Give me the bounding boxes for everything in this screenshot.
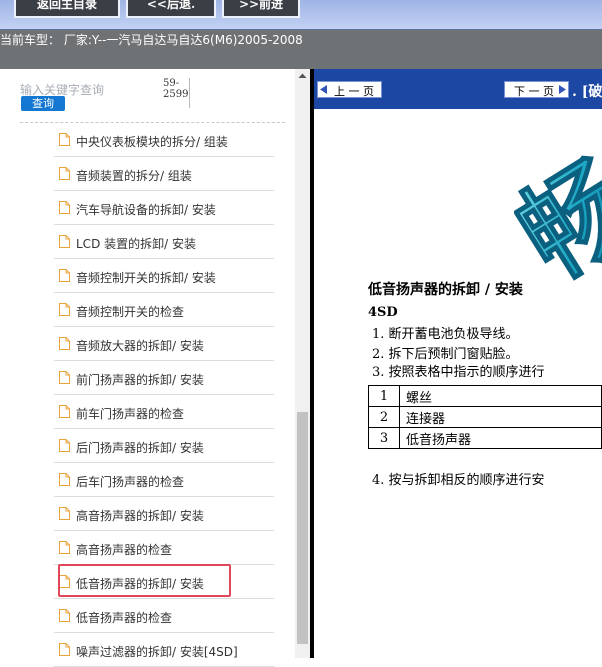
- forward-button[interactable]: >>前进: [222, 0, 300, 18]
- vehicle-info-bar: 当前车型： 厂家:Y--一汽马自达马自达6(M6)2005-2008: [0, 30, 602, 69]
- list-item-label: 高音扬声器的拆卸/ 安装: [76, 509, 204, 523]
- document-icon: [59, 371, 70, 384]
- list-item[interactable]: 音频放大器的拆卸/ 安装: [54, 327, 274, 361]
- brand-logo-icon: 畅: [514, 145, 602, 285]
- list-item-label: 中央仪表板模块的拆分/ 组装: [76, 135, 228, 149]
- document-icon: [59, 643, 70, 656]
- step-4: 4. 按与拆卸相反的顺序进行安: [372, 473, 545, 488]
- next-page-button[interactable]: 下 一 页: [504, 81, 569, 98]
- list-item[interactable]: LCD 装置的拆卸/ 安装: [54, 225, 274, 259]
- document-icon: [59, 473, 70, 486]
- next-page-label: 下 一 页: [514, 85, 554, 98]
- code-label: 59-2599: [163, 78, 190, 108]
- brand-logo-glyph: 畅: [514, 145, 602, 285]
- document-icon: [59, 235, 70, 248]
- list-item-label: 前车门扬声器的检查: [76, 407, 185, 421]
- list-item-label: 高音扬声器的检查: [76, 543, 173, 557]
- document-icon: [59, 133, 70, 146]
- document-icon: [59, 269, 70, 282]
- document-panel: 上 一 页 下 一 页 . [破 畅 低音扬声器的拆卸 / 安装 4SD 1. …: [314, 69, 602, 658]
- list-item-label: 音频放大器的拆卸/ 安装: [76, 339, 204, 353]
- list-item[interactable]: 高音扬声器的检查: [54, 531, 274, 565]
- document-icon: [59, 609, 70, 622]
- document-subtitle: 4SD: [368, 305, 398, 320]
- home-button[interactable]: 返回主目录: [14, 0, 120, 18]
- search-button[interactable]: 查询: [21, 96, 65, 111]
- table-row: 3 低音扬声器: [368, 427, 602, 449]
- list-item-label: 低音扬声器的检查: [76, 611, 173, 625]
- scrollbar-thumb[interactable]: [297, 412, 308, 644]
- scroll-up-icon[interactable]: [295, 69, 310, 83]
- table-row: 1 螺丝: [368, 385, 602, 407]
- list-item[interactable]: 音频控制开关的拆卸/ 安装: [54, 259, 274, 293]
- arrow-left-icon: [320, 85, 327, 94]
- list-item[interactable]: 高音扬声器的拆卸/ 安装: [54, 497, 274, 531]
- selection-highlight: [58, 564, 231, 597]
- list-item-label: 音频控制开关的拆卸/ 安装: [76, 271, 216, 285]
- left-panel: 输入关键字查询 查询 59-2599 中央仪表板模块的拆分/ 组装 音频装置的拆分…: [0, 69, 312, 667]
- document-navbar: 上 一 页 下 一 页 . [破: [314, 69, 602, 109]
- table-cell-number: 2: [368, 406, 400, 428]
- navbar-link-text[interactable]: . [破: [572, 81, 602, 101]
- table-cell-part: 螺丝: [398, 385, 602, 407]
- list-item-label: 后车门扬声器的检查: [76, 475, 185, 489]
- step-3: 3. 按照表格中指示的顺序进行: [372, 365, 545, 380]
- arrow-right-icon: [559, 85, 566, 94]
- list-item[interactable]: 低音扬声器的检查: [54, 599, 274, 633]
- table-cell-part: 低音扬声器: [398, 427, 602, 449]
- list-item-label: 音频控制开关的检查: [76, 305, 185, 319]
- list-item[interactable]: 后车门扬声器的检查: [54, 463, 274, 497]
- list-item[interactable]: 低音扬声器的拆卸/ 安装: [54, 564, 274, 599]
- document-icon: [59, 201, 70, 214]
- step-2: 2. 拆下后预制门窗贴脸。: [372, 347, 519, 362]
- list-item-label: 前门扬声器的拆卸/ 安装: [76, 373, 204, 387]
- table-cell-number: 1: [368, 385, 400, 407]
- prev-page-button[interactable]: 上 一 页: [317, 81, 382, 98]
- parts-table: 1 螺丝 2 连接器 3 低音扬声器: [368, 385, 602, 449]
- document-icon: [59, 167, 70, 180]
- document-icon: [59, 337, 70, 350]
- list-item[interactable]: 音频装置的拆分/ 组装: [54, 157, 274, 191]
- list-item-label: 音频装置的拆分/ 组装: [76, 169, 192, 183]
- list-item-label: 噪声过滤器的拆卸/ 安装[4SD]: [76, 645, 238, 659]
- document-icon: [59, 507, 70, 520]
- document-icon: [59, 439, 70, 452]
- table-cell-number: 3: [368, 427, 400, 449]
- list-item[interactable]: 前门扬声器的拆卸/ 安装: [54, 361, 274, 395]
- prev-page-label: 上 一 页: [334, 85, 374, 98]
- document-title: 低音扬声器的拆卸 / 安装: [368, 282, 523, 298]
- document-icon: [59, 405, 70, 418]
- list-item-label: 后门扬声器的拆卸/ 安装: [76, 441, 204, 455]
- top-toolbar: 返回主目录 <<后退. >>前进: [0, 0, 602, 30]
- list-item[interactable]: 中央仪表板模块的拆分/ 组装: [54, 123, 274, 157]
- back-button[interactable]: <<后退.: [126, 0, 216, 18]
- table-row: 2 连接器: [368, 406, 602, 428]
- list-item[interactable]: 汽车导航设备的拆卸/ 安装: [54, 191, 274, 225]
- list-item[interactable]: 音频控制开关的检查: [54, 293, 274, 327]
- table-cell-part: 连接器: [398, 406, 602, 428]
- document-icon: [59, 303, 70, 316]
- list-item-label: LCD 装置的拆卸/ 安装: [76, 237, 196, 251]
- left-scrollbar[interactable]: [295, 69, 310, 658]
- list-item[interactable]: 后门扬声器的拆卸/ 安装: [54, 429, 274, 463]
- list-item[interactable]: 噪声过滤器的拆卸/ 安装[4SD]: [54, 633, 274, 667]
- document-icon: [59, 541, 70, 554]
- list-item-label: 汽车导航设备的拆卸/ 安装: [76, 203, 216, 217]
- step-1: 1. 断开蓄电池负极导线。: [372, 327, 519, 342]
- vehicle-info-text: 当前车型： 厂家:Y--一汽马自达马自达6(M6)2005-2008: [0, 33, 303, 47]
- list-item[interactable]: 前车门扬声器的检查: [54, 395, 274, 429]
